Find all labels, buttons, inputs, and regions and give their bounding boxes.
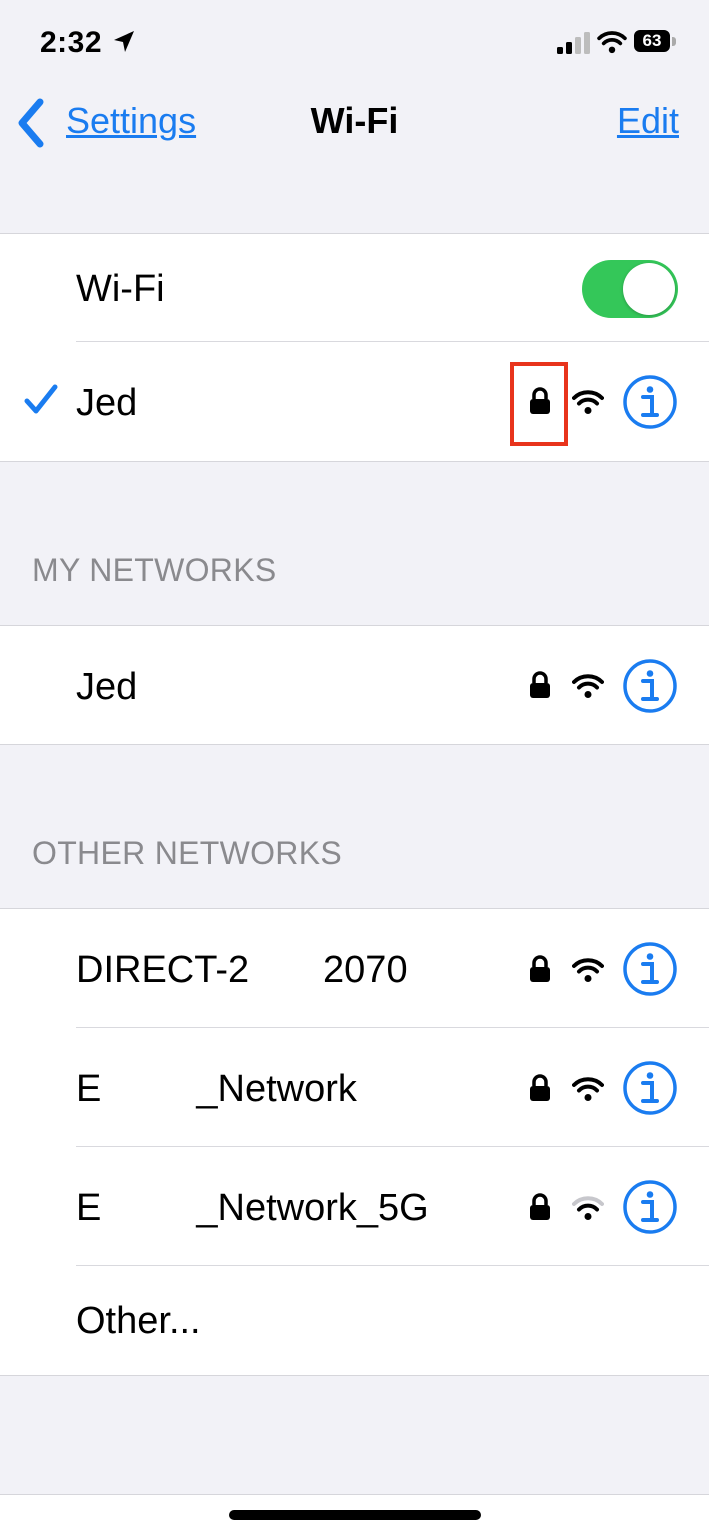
wifi-toggle-label: Wi-Fi (76, 268, 165, 310)
lock-icon (530, 671, 550, 698)
my-networks-header: MY NETWORKS (32, 552, 277, 588)
home-indicator[interactable] (229, 1510, 481, 1520)
battery-icon: 63 (634, 30, 678, 54)
network-row[interactable]: E _Network_5G (0, 1147, 709, 1266)
network-name: DIRECT-2 2070 (76, 949, 408, 991)
wifi-toggle-switch[interactable] (582, 260, 678, 318)
wifi-group: Wi-Fi Jed (0, 233, 709, 462)
network-name: E _Network (76, 1068, 357, 1110)
other-networks-header: OTHER NETWORKS (32, 835, 342, 871)
info-icon[interactable] (622, 374, 678, 430)
wifi-toggle-row: Wi-Fi (0, 234, 709, 342)
wifi-signal-icon (572, 1196, 604, 1220)
connected-network-row[interactable]: Jed (0, 342, 709, 461)
wifi-signal-icon (572, 958, 604, 982)
edit-button[interactable]: Edit (617, 100, 679, 142)
status-time: 2:32 (40, 26, 103, 59)
checkmark-icon (24, 384, 58, 414)
lock-icon (530, 1074, 550, 1101)
wifi-icon (597, 31, 627, 54)
page-title: Wi-Fi (310, 100, 399, 141)
network-row[interactable]: Jed (0, 626, 709, 744)
info-icon[interactable] (622, 941, 678, 997)
chevron-left-icon[interactable] (16, 98, 46, 148)
wifi-signal-icon (572, 674, 604, 698)
location-arrow-icon (114, 31, 134, 52)
toggle-knob (623, 263, 675, 315)
lock-icon (530, 1193, 550, 1220)
network-row[interactable]: E _Network (0, 1028, 709, 1147)
cellular-signal-icon (557, 32, 590, 54)
network-name: Jed (76, 666, 138, 708)
info-icon[interactable] (622, 1179, 678, 1235)
network-name: E _Network_5G (76, 1187, 429, 1229)
lock-icon (530, 955, 550, 982)
other-networks-group: DIRECT-2 2070 E _Network E _Network_5G O… (0, 908, 709, 1376)
connected-network-name: Jed (76, 382, 138, 424)
other-network-label: Other... (76, 1300, 201, 1342)
wifi-signal-icon (572, 390, 604, 414)
battery-level: 63 (634, 30, 670, 52)
wifi-signal-icon (572, 1077, 604, 1101)
battery-cap (672, 37, 676, 46)
info-icon[interactable] (622, 658, 678, 714)
network-row[interactable]: DIRECT-2 2070 (0, 909, 709, 1028)
lock-highlight-box (510, 362, 568, 446)
other-network-row[interactable]: Other... (0, 1266, 709, 1375)
my-networks-group: Jed (0, 625, 709, 745)
info-icon[interactable] (622, 1060, 678, 1116)
back-button[interactable]: Settings (66, 100, 196, 142)
